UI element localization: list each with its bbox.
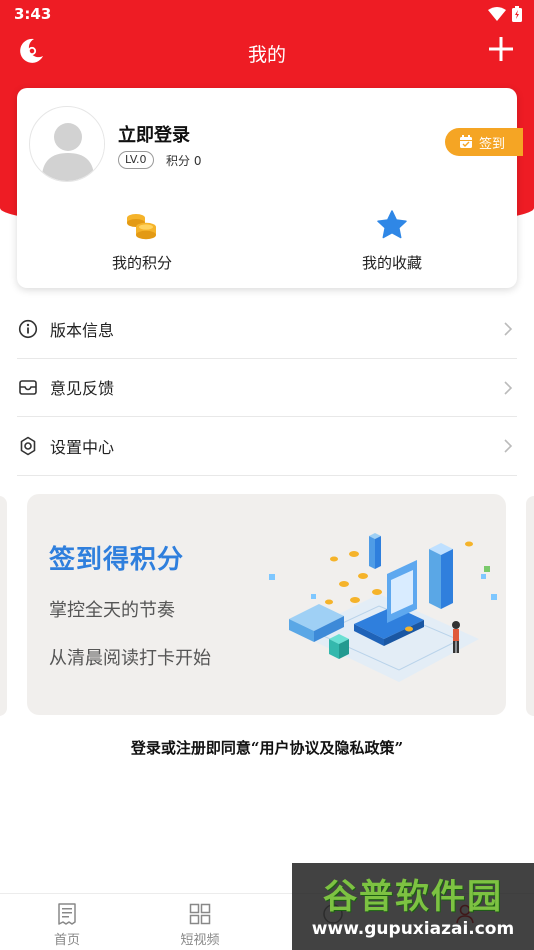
chevron-right-icon bbox=[504, 380, 513, 395]
news-icon bbox=[58, 903, 76, 925]
chevron-right-icon bbox=[504, 322, 513, 336]
menu-item-settings[interactable]: 设置中心 bbox=[17, 417, 517, 476]
wifi-icon bbox=[488, 7, 506, 21]
menu-label-settings: 设置中心 bbox=[50, 437, 115, 457]
level-badge: LV.0 bbox=[118, 151, 154, 169]
info-icon bbox=[18, 319, 38, 338]
tab-short-video-label: 短视频 bbox=[180, 933, 220, 948]
watermark-url: www.gupuxiazai.com bbox=[311, 919, 515, 939]
agreement-text[interactable]: 登录或注册即同意“用户协议及隐私政策” bbox=[0, 737, 534, 758]
my-favorites[interactable]: 我的收藏 bbox=[312, 208, 472, 273]
tab-home[interactable]: 首页 bbox=[22, 902, 112, 948]
tab-short-video[interactable]: 短视频 bbox=[155, 902, 245, 948]
my-points-label: 我的积分 bbox=[111, 254, 172, 272]
banner-prev-peek[interactable] bbox=[0, 496, 7, 716]
watermark-title: 谷普软件园 bbox=[323, 877, 503, 917]
checkin-button[interactable]: 签到 bbox=[445, 128, 523, 156]
banner-line-2: 从清晨阅读打卡开始 bbox=[49, 648, 211, 669]
menu-label-feedback: 意见反馈 bbox=[50, 379, 115, 399]
isometric-city-illustration bbox=[269, 533, 497, 682]
checkin-label: 签到 bbox=[479, 136, 506, 152]
tab-home-label: 首页 bbox=[53, 933, 80, 948]
settings-menu: 版本信息 意见反馈 设置中心 bbox=[17, 300, 517, 476]
page-title: 我的 bbox=[247, 44, 286, 66]
avatar[interactable] bbox=[29, 106, 105, 182]
checkin-banner[interactable]: 签到得积分 掌控全天的节奏 从清晨阅读打卡开始 bbox=[27, 494, 506, 715]
gear-icon bbox=[20, 436, 36, 456]
banner-next-peek[interactable] bbox=[526, 496, 534, 716]
add-icon[interactable] bbox=[486, 34, 516, 64]
top-nav: 我的 bbox=[0, 30, 534, 76]
menu-item-version-info[interactable]: 版本信息 bbox=[17, 300, 517, 359]
my-points[interactable]: 我的积分 bbox=[62, 208, 222, 273]
grid-icon bbox=[189, 903, 211, 925]
coins-icon bbox=[127, 214, 156, 240]
my-favorites-label: 我的收藏 bbox=[361, 254, 422, 272]
menu-item-feedback[interactable]: 意见反馈 bbox=[17, 359, 517, 417]
watermark: 谷普软件园 www.gupuxiazai.com bbox=[292, 863, 534, 950]
feedback-inbox-icon bbox=[19, 380, 37, 396]
banner-title: 签到得积分 bbox=[49, 545, 185, 575]
login-link[interactable]: 立即登录 bbox=[118, 121, 190, 147]
chevron-right-icon bbox=[504, 439, 513, 453]
points-text: 积分 0 bbox=[166, 154, 202, 168]
default-avatar-icon bbox=[31, 108, 104, 181]
status-bar: 3:43 bbox=[0, 0, 534, 28]
calendar-icon bbox=[460, 135, 472, 148]
menu-label-version-info: 版本信息 bbox=[50, 320, 115, 340]
profile-card: 立即登录 LV.0 积分 0 签到 我的积分 我的收藏 bbox=[17, 88, 523, 288]
battery-icon bbox=[512, 6, 522, 22]
status-icons bbox=[488, 6, 522, 22]
star-icon bbox=[377, 210, 407, 239]
status-time: 3:43 bbox=[14, 5, 52, 23]
banner-line-1: 掌控全天的节奏 bbox=[49, 600, 175, 621]
